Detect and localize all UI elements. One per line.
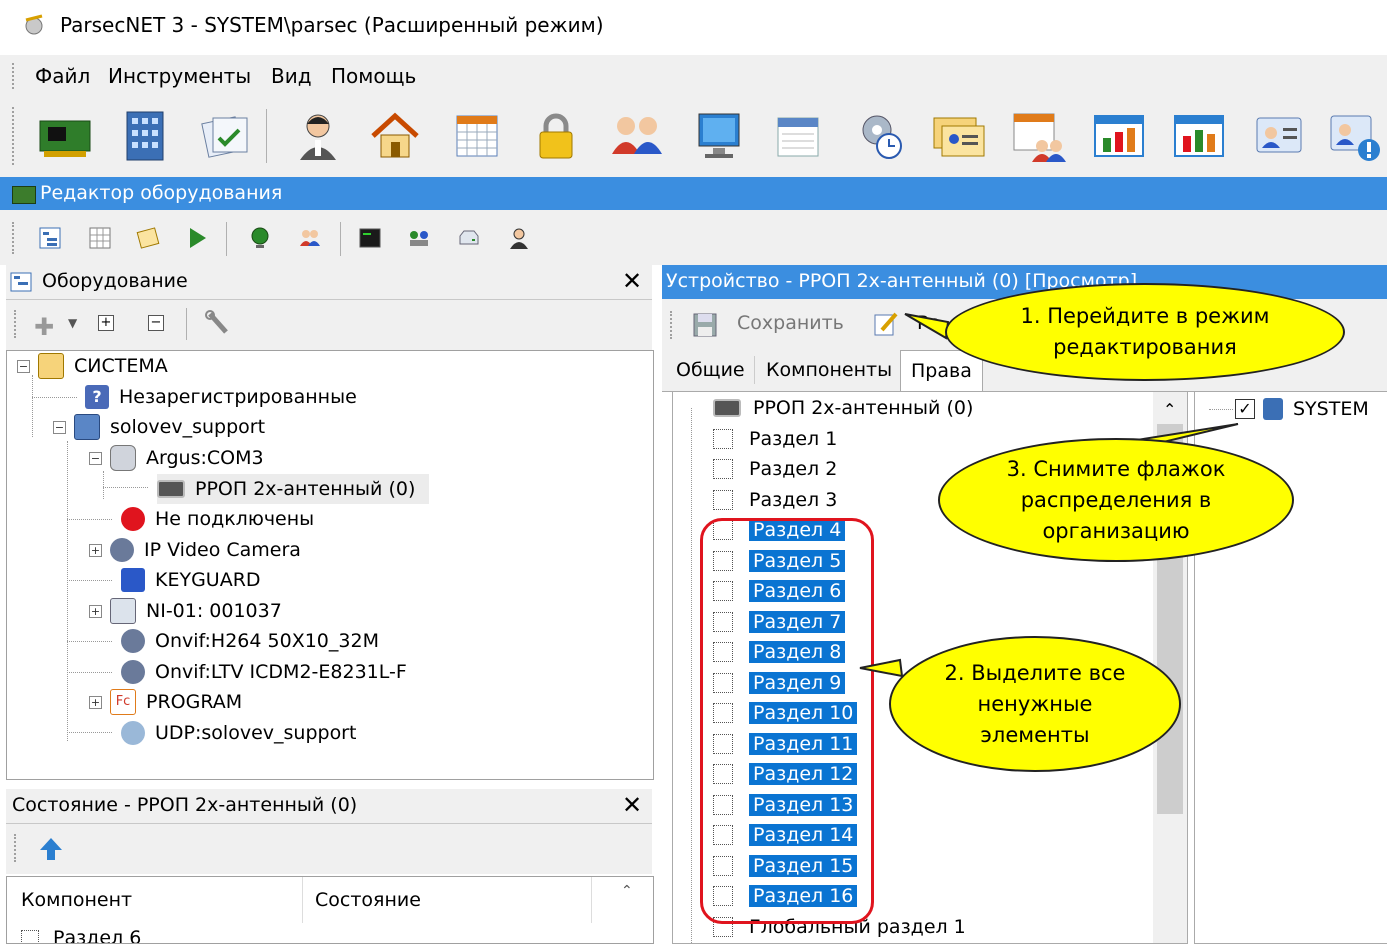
callout-3-text: 3. Снимите флажок распределения в органи… xyxy=(1006,456,1226,543)
callout-1-text: 1. Перейдите в режим редактирования xyxy=(1020,304,1270,359)
callout-2-text: 2. Выделите все ненужные элементы xyxy=(944,660,1126,747)
callout-2: 2. Выделите все ненужные элементы xyxy=(889,636,1181,772)
callout-1: 1. Перейдите в режим редактирования xyxy=(945,283,1345,381)
callout-3: 3. Снимите флажок распределения в органи… xyxy=(938,438,1294,562)
